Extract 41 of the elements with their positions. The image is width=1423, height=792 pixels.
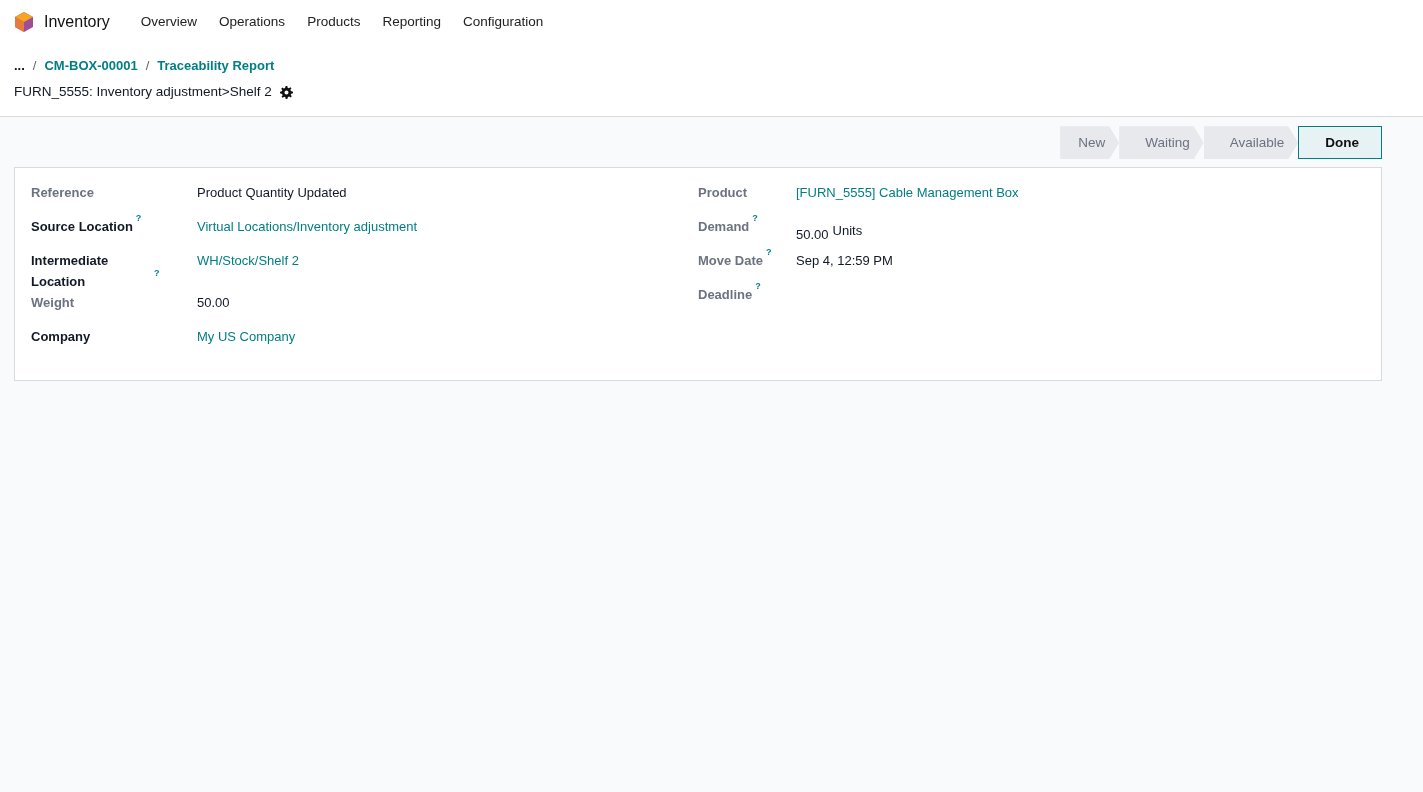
- field-label: Move Date: [698, 252, 764, 271]
- menu-item[interactable]: Reporting: [371, 11, 452, 33]
- breadcrumb-separator: /: [145, 57, 150, 76]
- app-logo-icon[interactable]: [14, 11, 34, 33]
- field-label: Reference: [31, 184, 94, 203]
- help-icon[interactable]: ?: [135, 213, 142, 224]
- help-icon[interactable]: ?: [752, 213, 758, 224]
- menu-item[interactable]: Overview: [129, 11, 209, 33]
- field-value: 50.00: [197, 295, 230, 311]
- field-label: Deadline: [698, 286, 753, 305]
- settings-icon[interactable]: [279, 85, 293, 99]
- field-label: Company: [31, 328, 91, 347]
- app-name[interactable]: Inventory: [44, 10, 110, 34]
- field-label: Intermediate Location: [31, 252, 110, 292]
- breadcrumb-separator: /: [32, 57, 37, 76]
- menu-item[interactable]: Configuration: [451, 11, 555, 33]
- field-link[interactable]: WH/Stock/Shelf 2: [197, 253, 299, 269]
- field-link[interactable]: [FURN_5555] Cable Management Box: [796, 185, 1019, 201]
- menu-item[interactable]: Products: [296, 11, 372, 33]
- field-value: Product Quantity Updated: [197, 185, 347, 201]
- unit-label: Units: [832, 223, 863, 239]
- field-label: Weight: [31, 294, 75, 313]
- help-icon[interactable]: ?: [154, 268, 160, 279]
- help-icon[interactable]: ?: [766, 247, 772, 258]
- field-label: Product: [698, 184, 748, 203]
- status-stage[interactable]: Waiting: [1119, 126, 1204, 160]
- breadcrumb-link[interactable]: CM-BOX-00001: [44, 56, 138, 76]
- status-stage[interactable]: Available: [1203, 126, 1299, 160]
- field-value: 50.00: [796, 227, 829, 243]
- field-label: Source Location: [31, 218, 133, 237]
- breadcrumb-ellipsis[interactable]: ...: [14, 56, 25, 76]
- status-stage[interactable]: New: [1060, 126, 1120, 160]
- field-value: Sep 4, 12:59 PM: [796, 253, 893, 269]
- field-label: Demand: [698, 218, 750, 237]
- menu-item[interactable]: Operations: [208, 11, 297, 33]
- breadcrumb-link[interactable]: Traceability Report: [157, 56, 275, 76]
- record-title: FURN_5555: Inventory adjustment>Shelf 2: [14, 83, 272, 101]
- status-stage[interactable]: Done: [1298, 126, 1382, 160]
- field-link[interactable]: My US Company: [197, 329, 296, 345]
- help-icon[interactable]: ?: [755, 281, 761, 292]
- field-link[interactable]: Virtual Locations/Inventory adjustment: [197, 219, 418, 235]
